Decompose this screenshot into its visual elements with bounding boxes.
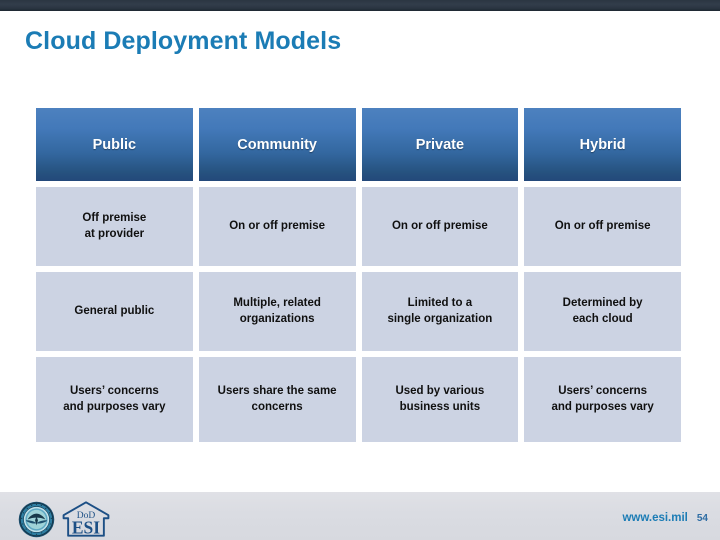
table-row: Users’ concerns and purposes vary Users s…	[36, 357, 681, 442]
header-label: Public	[92, 136, 137, 153]
table-cell: Off premise at provider	[36, 187, 193, 266]
cell-text: On or off premise	[229, 219, 326, 232]
table-row: General public Multiple, related organiza…	[36, 272, 681, 351]
cell-text: Off premise at provider	[82, 211, 147, 240]
dod-seal-icon	[18, 501, 55, 538]
page-title: Cloud Deployment Models	[25, 27, 342, 55]
table-cell: On or off premise	[361, 187, 519, 266]
header-label: Private	[415, 136, 465, 153]
cell-text: Multiple, related organizations	[233, 296, 321, 325]
cell-text: Limited to a single organization	[387, 296, 493, 325]
footer-logo-group: DoD ESI	[18, 500, 111, 538]
cell-text: Users share the same concerns	[217, 384, 337, 413]
table-cell: Users’ concerns and purposes vary	[36, 357, 193, 442]
table-cell: Users’ concerns and purposes vary	[524, 357, 681, 442]
table-cell: Determined by each cloud	[524, 272, 681, 351]
table-cell: On or off premise	[198, 187, 356, 266]
table-header-cell-public: Public	[36, 108, 193, 181]
table-header-cell-community: Community	[198, 108, 356, 181]
header-label: Hybrid	[579, 136, 626, 153]
table-cell: Used by various business units	[361, 357, 519, 442]
cell-text: Used by various business units	[395, 384, 485, 413]
page-number: 54	[696, 513, 708, 524]
table-row: Off premise at provider On or off premise…	[36, 187, 681, 266]
slide: Cloud Deployment Models Public Community…	[0, 0, 720, 540]
cell-text: Determined by each cloud	[562, 296, 643, 325]
site-url-link[interactable]: www.esi.mil	[622, 512, 687, 524]
table-cell: Limited to a single organization	[361, 272, 519, 351]
top-accent-bar	[0, 0, 720, 11]
table-header-cell-hybrid: Hybrid	[524, 108, 681, 181]
deployment-models-table: Public Community Private Hybrid Off prem…	[36, 108, 681, 442]
table-header-cell-private: Private	[361, 108, 519, 181]
cell-text: General public	[74, 304, 155, 317]
table-cell: On or off premise	[524, 187, 681, 266]
cell-text: On or off premise	[554, 219, 651, 232]
cell-text: Users’ concerns and purposes vary	[63, 384, 166, 413]
esi-logo-esi-text: ESI	[72, 517, 100, 537]
header-label: Community	[237, 136, 317, 153]
table-header-row: Public Community Private Hybrid	[36, 108, 681, 181]
dod-esi-logo: DoD ESI	[61, 500, 111, 538]
table-cell: Users share the same concerns	[198, 357, 356, 442]
footer-meta: www.esi.mil 54	[622, 512, 708, 524]
table-cell: Multiple, related organizations	[198, 272, 356, 351]
cell-text: Users’ concerns and purposes vary	[551, 384, 654, 413]
table-cell: General public	[36, 272, 193, 351]
cell-text: On or off premise	[391, 219, 488, 232]
